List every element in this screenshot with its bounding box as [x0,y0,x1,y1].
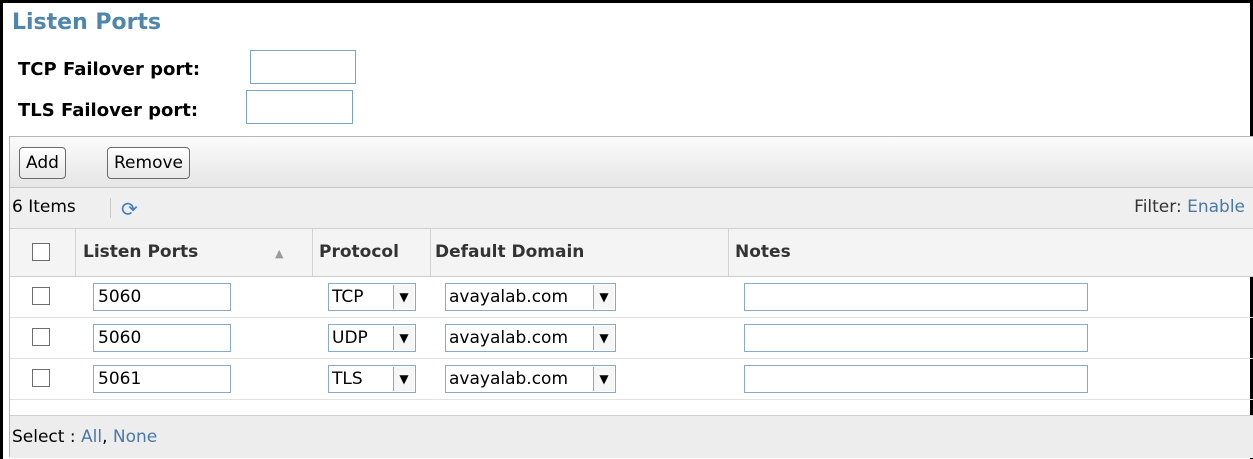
filter: Filter: Enable [1134,197,1245,217]
column-header-protocol[interactable]: Protocol [319,229,399,276]
window-frame-top [0,0,1253,3]
default-domain-value: avayalab.com [449,369,569,389]
protocol-value: TCP [332,287,364,307]
refresh-icon[interactable]: ⟳ [121,197,138,221]
default-domain-value: avayalab.com [449,328,569,348]
row-checkbox[interactable] [32,287,50,305]
notes-input[interactable] [744,324,1088,352]
chevron-down-icon: ▼ [593,367,614,391]
table-row: 5060 TCP ▼ avayalab.com ▼ [10,277,1253,318]
default-domain-select[interactable]: avayalab.com ▼ [445,324,616,352]
column-divider [430,229,431,276]
tcp-failover-label: TCP Failover port: [18,58,201,80]
tcp-failover-row: TCP Failover port: [18,58,200,80]
protocol-select[interactable]: UDP ▼ [328,324,416,352]
row-checkbox[interactable] [32,369,50,387]
column-divider [75,229,76,276]
chevron-down-icon: ▼ [593,326,614,350]
protocol-value: TLS [332,369,363,389]
add-button[interactable]: Add [19,147,66,179]
chevron-down-icon: ▼ [393,326,414,350]
table-footer: Select : All, None [10,415,1253,458]
protocol-select[interactable]: TLS ▼ [328,365,416,393]
column-header-listen-ports[interactable]: Listen Ports [83,229,198,276]
listen-port-input[interactable]: 5060 [93,324,231,352]
select-none-link[interactable]: None [113,427,157,447]
tls-failover-label: TLS Failover port: [18,99,199,121]
table-row: 5061 TLS ▼ avayalab.com ▼ [10,359,1253,400]
table-header: Listen Ports ▲ Protocol Default Domain N… [10,229,1253,277]
chevron-down-icon: ▼ [393,285,414,309]
row-checkbox[interactable] [32,328,50,346]
column-header-default-domain[interactable]: Default Domain [435,229,584,276]
table-row: 5060 UDP ▼ avayalab.com ▼ [10,318,1253,359]
remove-button[interactable]: Remove [107,147,190,179]
select-label: Select : [12,427,76,447]
listen-port-input[interactable]: 5061 [93,365,231,393]
divider [110,198,111,218]
tcp-failover-port-input[interactable] [250,50,356,84]
default-domain-value: avayalab.com [449,287,569,307]
sort-ascending-icon[interactable]: ▲ [275,229,283,278]
protocol-value: UDP [332,328,368,348]
protocol-select[interactable]: TCP ▼ [328,283,416,311]
filter-label: Filter: [1134,197,1182,217]
comma-separator: , [102,427,108,447]
toolbar: Add Remove [10,137,1253,188]
column-divider [312,229,313,276]
column-header-notes[interactable]: Notes [735,229,791,276]
listen-ports-panel: Add Remove 6 Items ⟳ Filter: Enable List… [9,136,1253,458]
info-bar: 6 Items ⟳ Filter: Enable [10,188,1253,229]
select-all-link[interactable]: All [81,427,102,447]
section-title: Listen Ports [12,10,162,35]
select-control: Select : All, None [12,427,157,447]
column-divider [728,229,729,276]
window-frame-left [0,0,3,459]
default-domain-select[interactable]: avayalab.com ▼ [445,283,616,311]
notes-input[interactable] [744,365,1088,393]
select-all-checkbox[interactable] [32,243,50,261]
chevron-down-icon: ▼ [393,367,414,391]
chevron-down-icon: ▼ [593,285,614,309]
tls-failover-row: TLS Failover port: [18,99,198,121]
default-domain-select[interactable]: avayalab.com ▼ [445,365,616,393]
item-count: 6 Items [12,197,76,217]
tls-failover-port-input[interactable] [246,90,353,124]
filter-enable-link[interactable]: Enable [1187,197,1245,217]
notes-input[interactable] [744,283,1088,311]
listen-port-input[interactable]: 5060 [93,283,231,311]
